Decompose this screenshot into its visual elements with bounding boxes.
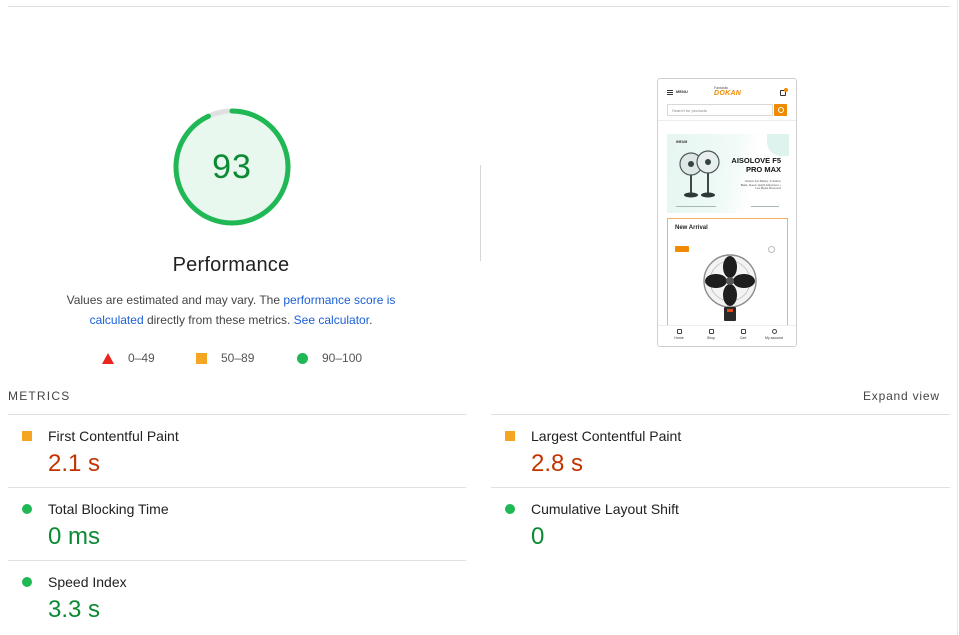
legend-pass: 90–100 <box>297 349 362 367</box>
metrics-heading: METRICS <box>8 389 71 403</box>
heart-icon <box>768 246 775 253</box>
average-square-icon <box>196 352 207 364</box>
thumb-tab-bar: Home Shop Cart My account <box>658 325 796 346</box>
metric-value: 0 <box>531 523 545 550</box>
metric-cumulative-layout-shift[interactable]: Cumulative Layout Shift 0 <box>491 487 950 559</box>
thumb-tab-account: My account <box>762 328 786 340</box>
metric-value: 2.8 s <box>531 450 584 477</box>
legend-fail: 0–49 <box>102 349 155 367</box>
note-suffix: . <box>369 313 373 327</box>
thumb-tab-shop: Shop <box>699 328 723 340</box>
banner-tag: IHEUM <box>676 140 688 144</box>
thumb-divider <box>658 120 796 121</box>
metric-value: 2.1 s <box>48 450 101 477</box>
legend-pass-label: 90–100 <box>322 351 363 365</box>
metric-first-contentful-paint[interactable]: First Contentful Paint 2.1 s <box>8 414 466 486</box>
banner-fan-image <box>679 150 720 198</box>
thumb-tab-label: My account <box>765 336 783 340</box>
thumb-new-arrival-card: New Arrival <box>667 218 788 328</box>
banner-subtitle: Outdoor Fan Battery, 3 Outdoor Blade, Sp… <box>740 180 781 191</box>
legend-average-label: 50–89 <box>221 351 255 365</box>
pass-circle-icon <box>505 504 515 514</box>
note-prefix: Values are estimated and may vary. The <box>66 293 284 307</box>
see-calculator-link[interactable]: See calculator <box>294 313 369 327</box>
pass-circle-icon <box>22 577 32 587</box>
average-square-icon <box>505 431 515 441</box>
expand-view-toggle[interactable]: Expand view <box>863 389 940 403</box>
metric-value: 0 ms <box>48 523 101 550</box>
thumb-tab-label: Cart <box>739 336 747 340</box>
legend-fail-label: 0–49 <box>128 351 155 365</box>
performance-score-label: Performance <box>172 254 290 276</box>
metric-largest-contentful-paint[interactable]: Largest Contentful Paint 2.8 s <box>491 414 950 486</box>
right-edge-divider <box>957 0 958 635</box>
card-badge <box>675 246 689 252</box>
legend-average: 50–89 <box>196 349 254 367</box>
thumb-menu-label: MENU <box>676 89 688 94</box>
shop-icon <box>708 329 714 334</box>
banner-decoration <box>767 134 789 156</box>
thumb-hero-banner: IHEUM AISOLOVE F5 PRO MAX Outdoor Fan Ba… <box>667 134 789 213</box>
average-square-icon <box>22 431 32 441</box>
metric-value: 3.3 s <box>48 596 101 623</box>
metric-total-blocking-time[interactable]: Total Blocking Time 0 ms <box>8 487 466 559</box>
metric-name: Largest Contentful Paint <box>531 428 682 444</box>
thumb-tab-label: Shop <box>706 336 716 340</box>
thumb-tab-home: Home <box>667 328 691 340</box>
metric-name: Speed Index <box>48 574 127 590</box>
thumb-header: MENU Fantastic DOKAN <box>658 79 796 103</box>
thumb-tab-cart: Cart <box>731 328 755 340</box>
product-fan-image <box>703 254 757 321</box>
metric-name: Cumulative Layout Shift <box>531 501 679 517</box>
home-icon <box>676 329 682 334</box>
cart-badge <box>784 88 788 92</box>
cart-icon <box>740 329 746 334</box>
pass-circle-icon <box>22 504 32 514</box>
thumb-search-input: Search for products <box>667 104 773 116</box>
thumb-logo: DOKAN <box>714 90 742 97</box>
metric-name: Total Blocking Time <box>48 501 169 517</box>
thumb-tab-label: Home <box>674 336 684 340</box>
metric-speed-index[interactable]: Speed Index 3.3 s <box>8 560 466 632</box>
top-divider <box>8 6 950 7</box>
search-icon <box>774 104 787 116</box>
score-note: Values are estimated and may vary. The p… <box>40 290 422 330</box>
banner-footer-left <box>676 206 716 207</box>
note-middle: directly from these metrics. <box>143 313 294 327</box>
card-title: New Arrival <box>675 225 708 231</box>
pass-circle-icon <box>297 352 308 364</box>
final-screenshot-thumbnail[interactable]: MENU Fantastic DOKAN Search for products… <box>657 78 797 347</box>
performance-score-gauge[interactable]: 93 <box>171 106 293 228</box>
fail-triangle-icon <box>102 352 114 364</box>
banner-footer-right <box>751 206 779 207</box>
banner-title: AISOLOVE F5 PRO MAX <box>731 156 781 174</box>
user-icon <box>771 329 777 334</box>
metric-name: First Contentful Paint <box>48 428 179 444</box>
hamburger-menu-icon <box>667 90 673 95</box>
performance-score-value: 93 <box>212 147 252 186</box>
vertical-divider <box>480 165 481 261</box>
